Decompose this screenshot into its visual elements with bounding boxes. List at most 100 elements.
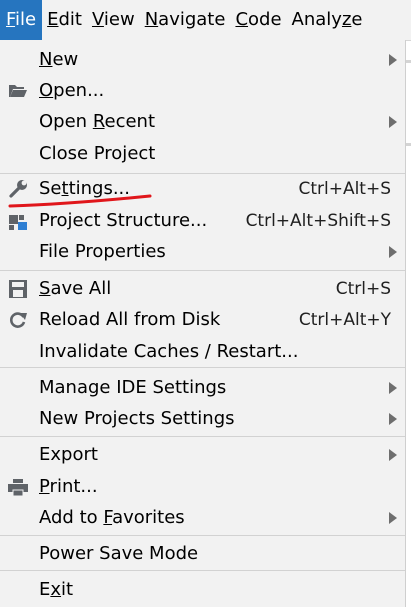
menu-item-label-post: ew bbox=[52, 49, 79, 70]
file-menu-item-exit[interactable]: Exit bbox=[0, 575, 405, 605]
menu-view-text-post: iew bbox=[103, 9, 135, 30]
submenu-arrow-icon bbox=[389, 512, 397, 524]
menu-analyze-text-post: e bbox=[351, 9, 363, 30]
save-icon bbox=[8, 279, 28, 299]
menu-item-label: Manage IDE Settings bbox=[39, 376, 226, 400]
menu-item-label: Add to Favorites bbox=[39, 506, 185, 530]
menu-item-label-pre: New Projects Settings bbox=[39, 408, 235, 429]
menu-item-mnemonic: S bbox=[39, 278, 51, 299]
menu-separator bbox=[0, 436, 405, 437]
menu-item-label: Project Structure... bbox=[39, 209, 207, 233]
menu-analyze-text-pre: Analy bbox=[291, 9, 342, 30]
menu-separator bbox=[0, 570, 405, 571]
submenu-arrow-icon bbox=[389, 54, 397, 66]
menu-file-mnemonic: F bbox=[6, 9, 16, 30]
project-structure-icon bbox=[8, 211, 28, 231]
menu-item-label-post: ave All bbox=[50, 278, 112, 299]
menu-item-label-post: pen... bbox=[53, 80, 105, 101]
submenu-arrow-icon bbox=[389, 382, 397, 394]
menu-item-label-pre: Export bbox=[39, 444, 98, 465]
file-menu-item-project-structure[interactable]: Project Structure... Ctrl+Alt+Shift+S bbox=[0, 206, 405, 236]
menu-separator bbox=[0, 367, 405, 368]
menu-item-label-post: avorites bbox=[112, 507, 185, 528]
menu-item-label: Open... bbox=[39, 79, 104, 103]
menu-item-label-pre: File Properties bbox=[39, 241, 166, 262]
file-menu-item-invalidate-caches[interactable]: Invalidate Caches / Restart... bbox=[0, 337, 405, 367]
background-window-fragment bbox=[406, 60, 411, 63]
menu-item-label-pre: Se bbox=[39, 178, 62, 199]
menu-code[interactable]: Code bbox=[230, 0, 286, 40]
folder-open-icon bbox=[8, 81, 28, 101]
menu-item-label-pre: E bbox=[39, 579, 51, 600]
menu-item-label: Exit bbox=[39, 578, 73, 602]
menu-item-label-post: rint... bbox=[49, 476, 98, 497]
menu-edit[interactable]: Edit bbox=[42, 0, 87, 40]
file-menu-item-open[interactable]: Open... bbox=[0, 76, 405, 106]
menu-item-label-pre: Open bbox=[39, 111, 93, 132]
menu-analyze-mnemonic: z bbox=[341, 9, 352, 30]
menu-edit-text-post: dit bbox=[58, 9, 82, 30]
file-menu-item-close-project[interactable]: Close Project bbox=[0, 139, 405, 169]
menu-item-mnemonic: N bbox=[39, 49, 53, 70]
menu-item-label: New Projects Settings bbox=[39, 407, 235, 431]
menu-item-label-post: ecent bbox=[104, 111, 156, 132]
menu-item-label: Open Recent bbox=[39, 110, 155, 134]
file-menu-dropdown: New Open... Open Recent Close Project Se… bbox=[0, 40, 406, 607]
menu-item-label: Save All bbox=[39, 277, 111, 301]
submenu-arrow-icon bbox=[389, 116, 397, 128]
file-menu-item-save-all[interactable]: Save All Ctrl+S bbox=[0, 274, 405, 304]
menu-item-label: New bbox=[39, 48, 78, 72]
file-menu-item-file-properties[interactable]: File Properties bbox=[0, 237, 405, 267]
menu-navigate-mnemonic: N bbox=[144, 9, 159, 30]
menu-file[interactable]: File bbox=[0, 0, 43, 40]
file-menu-item-add-to-favorites[interactable]: Add to Favorites bbox=[0, 503, 405, 533]
menu-item-label: Settings... bbox=[39, 177, 130, 201]
menu-item-label-pre: Manage IDE Settings bbox=[39, 377, 227, 398]
menu-item-mnemonic: R bbox=[92, 111, 105, 132]
menu-code-mnemonic: C bbox=[235, 9, 249, 30]
menu-code-text-post: ode bbox=[248, 9, 282, 30]
menu-item-label-post: it bbox=[61, 579, 74, 600]
print-icon bbox=[8, 477, 28, 497]
file-menu-item-settings[interactable]: Settings... Ctrl+Alt+S bbox=[0, 174, 405, 204]
menu-navigate[interactable]: Navigate bbox=[140, 0, 231, 40]
menu-item-label-pre: Close Project bbox=[39, 143, 156, 164]
menu-item-mnemonic: O bbox=[39, 80, 54, 101]
menu-item-label: Invalidate Caches / Restart... bbox=[39, 340, 298, 364]
menu-item-label: Power Save Mode bbox=[39, 542, 198, 566]
menu-item-label: Print... bbox=[39, 475, 98, 499]
reload-icon bbox=[8, 310, 28, 330]
menu-item-label-pre: Reload All from Disk bbox=[39, 309, 221, 330]
menu-file-text-post: ile bbox=[15, 9, 37, 30]
submenu-arrow-icon bbox=[389, 246, 397, 258]
file-menu-item-reload-all[interactable]: Reload All from Disk Ctrl+Alt+Y bbox=[0, 305, 405, 335]
menu-item-label-pre: Project Structure... bbox=[39, 210, 208, 231]
menu-item-label-pre: Add to bbox=[39, 507, 104, 528]
menu-item-mnemonic: t bbox=[61, 178, 69, 199]
menu-navigate-text-post: avigate bbox=[158, 9, 226, 30]
file-menu-item-manage-ide-settings[interactable]: Manage IDE Settings bbox=[0, 373, 405, 403]
menu-separator bbox=[0, 270, 405, 271]
file-menu-item-open-recent[interactable]: Open Recent bbox=[0, 107, 405, 137]
submenu-arrow-icon bbox=[389, 413, 397, 425]
menu-item-shortcut: Ctrl+Alt+S bbox=[298, 179, 391, 199]
menu-item-shortcut: Ctrl+Alt+Shift+S bbox=[245, 211, 391, 231]
menu-bar: File Edit View Navigate Code Analyze bbox=[0, 0, 411, 41]
file-menu-item-print[interactable]: Print... bbox=[0, 472, 405, 502]
menu-item-label-pre: Invalidate Caches / Restart... bbox=[39, 341, 299, 362]
menu-item-shortcut: Ctrl+S bbox=[335, 279, 391, 299]
file-menu-item-new-projects-settings[interactable]: New Projects Settings bbox=[0, 404, 405, 434]
menu-item-label: Close Project bbox=[39, 142, 155, 166]
menu-item-mnemonic: P bbox=[39, 476, 50, 497]
menu-analyze[interactable]: Analyze bbox=[287, 0, 368, 40]
file-menu-item-export[interactable]: Export bbox=[0, 440, 405, 470]
file-menu-item-new[interactable]: New bbox=[0, 45, 405, 75]
menu-view[interactable]: View bbox=[87, 0, 140, 40]
menu-item-label-pre: Power Save Mode bbox=[39, 543, 199, 564]
menu-item-label: Export bbox=[39, 443, 98, 467]
background-window-fragment bbox=[406, 143, 411, 146]
menu-view-mnemonic: V bbox=[91, 9, 104, 30]
file-menu-item-power-save-mode[interactable]: Power Save Mode bbox=[0, 539, 405, 569]
menu-edit-mnemonic: E bbox=[47, 9, 59, 30]
menu-separator bbox=[0, 535, 405, 536]
